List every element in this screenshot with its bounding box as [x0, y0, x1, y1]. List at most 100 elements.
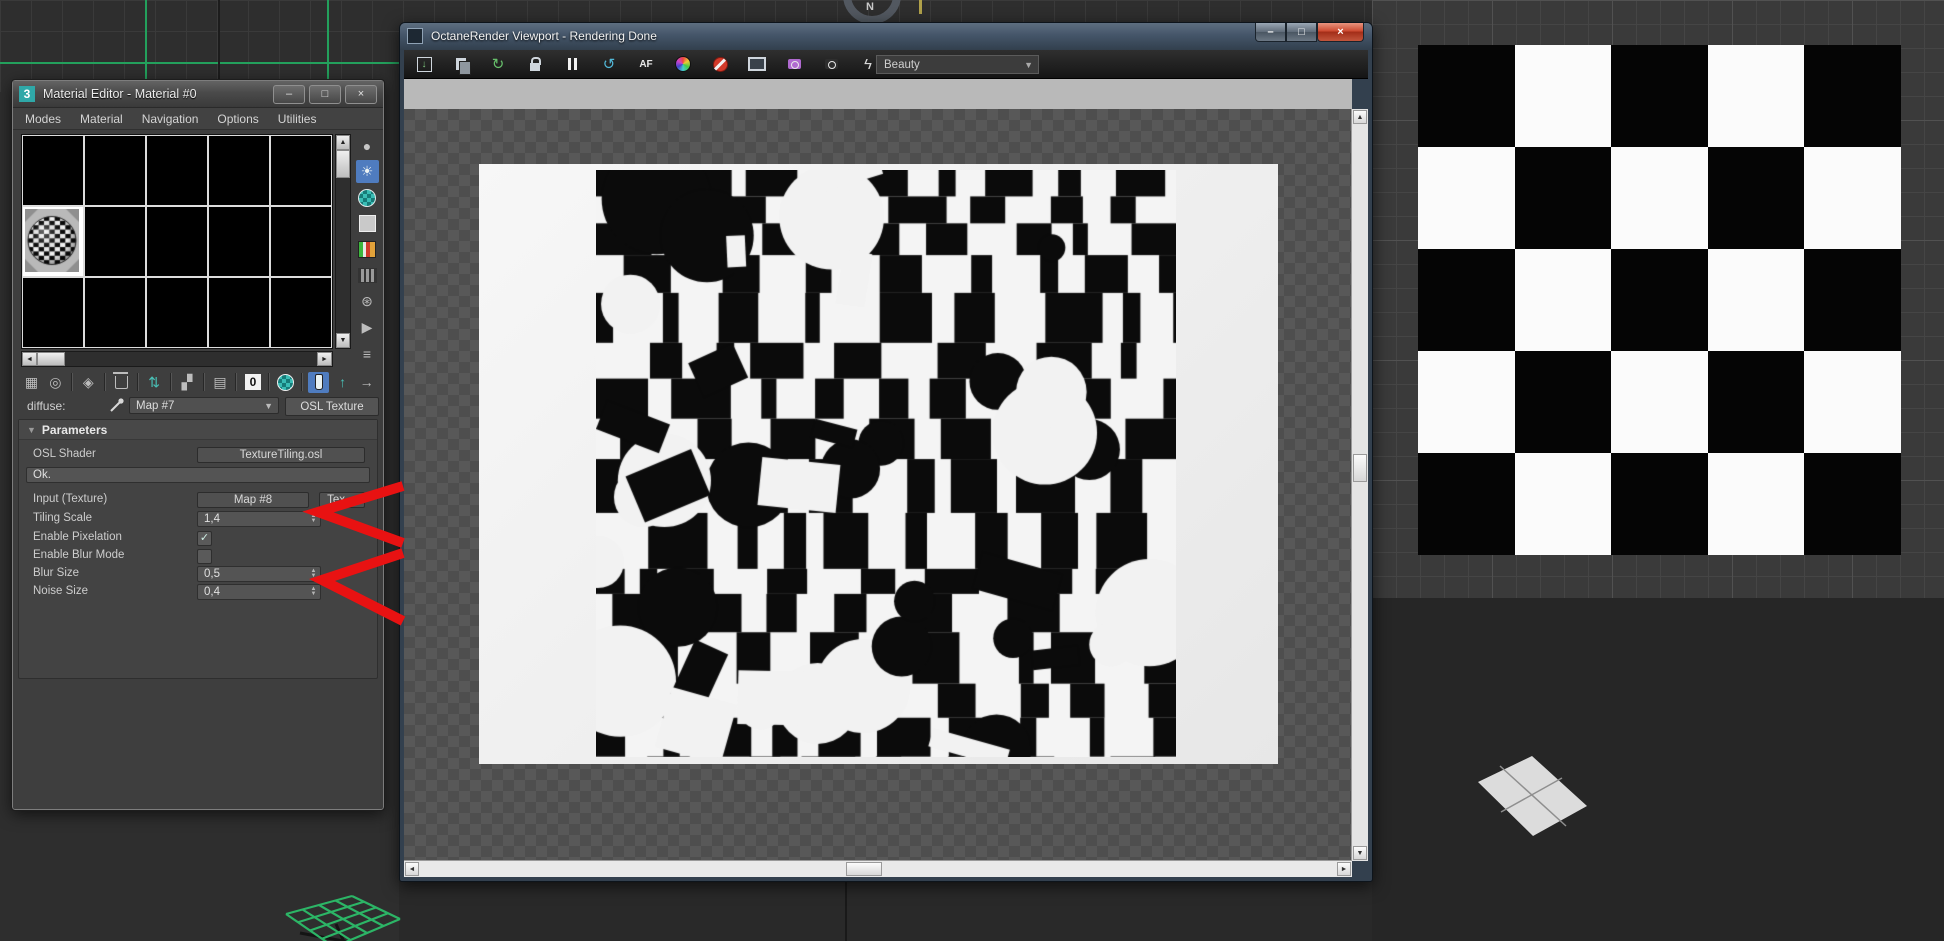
get-material-icon[interactable]: ▦ [21, 372, 42, 393]
make-preview-icon[interactable] [356, 264, 379, 287]
sample-slot[interactable] [147, 278, 207, 347]
scroll-right-button[interactable]: ► [317, 352, 332, 366]
sample-slot[interactable] [23, 278, 83, 347]
enable-blur-mode-checkbox[interactable] [197, 549, 212, 564]
make-unique-icon[interactable]: ▞ [177, 372, 198, 393]
select-by-material-icon[interactable]: ▶ [356, 316, 379, 339]
scroll-thumb[interactable] [37, 352, 65, 366]
toolbar-separator [202, 373, 205, 391]
minimize-button[interactable]: – [273, 85, 305, 104]
render-passes-icon[interactable] [785, 55, 803, 73]
slots-vertical-scrollbar[interactable]: ▲ ▼ [335, 134, 351, 349]
sample-slot[interactable] [271, 207, 331, 276]
parameters-rollout: ▼ Parameters OSL Shader TextureTiling.os… [18, 419, 378, 679]
pause-render-icon[interactable] [563, 55, 581, 73]
menu-material[interactable]: Material [80, 112, 123, 126]
go-forward-to-sibling-icon[interactable]: → [356, 372, 377, 393]
show-map-in-viewport-icon[interactable] [275, 372, 296, 393]
close-button[interactable]: × [345, 85, 377, 104]
noise-size-spinner[interactable]: 0,4 ▲ ▼ [197, 584, 321, 600]
camera-icon[interactable] [822, 55, 840, 73]
eyedropper-icon[interactable] [109, 397, 125, 413]
octane-render-window: OctaneRender Viewport - Rendering Done –… [399, 22, 1373, 882]
render-viewport-area[interactable] [404, 109, 1352, 861]
white-balance-picker-icon[interactable] [674, 55, 692, 73]
chevron-down-icon: ▼ [264, 400, 273, 411]
turbo-render-icon[interactable]: ϟ [859, 55, 877, 73]
scroll-right-button[interactable]: ► [1337, 862, 1351, 876]
scroll-down-button[interactable]: ▼ [336, 333, 350, 348]
render-vertical-scrollbar[interactable]: ▲ ▼ [1351, 109, 1368, 861]
sample-slot-selected[interactable] [23, 207, 83, 276]
input-texture-map-button[interactable]: Map #8 [197, 492, 309, 508]
material-editor-titlebar[interactable]: 3 Material Editor - Material #0 – □ × [13, 81, 383, 108]
parameters-rollout-header[interactable]: ▼ Parameters [19, 420, 377, 440]
menu-modes[interactable]: Modes [25, 112, 61, 126]
scroll-thumb[interactable] [1353, 454, 1367, 482]
go-to-parent-icon[interactable]: ↑ [332, 372, 353, 393]
viewport-sync-icon[interactable] [748, 55, 766, 73]
scroll-up-button[interactable]: ▲ [1353, 110, 1367, 124]
make-material-copy-icon[interactable]: ⇅ [144, 372, 165, 393]
slots-horizontal-scrollbar[interactable]: ◄ ► [21, 351, 333, 367]
minimize-button[interactable]: – [1255, 23, 1286, 42]
assign-to-selection-icon[interactable]: ◈ [78, 372, 99, 393]
scroll-up-button[interactable]: ▲ [336, 135, 350, 150]
material-id-channel-icon[interactable]: 0 [242, 372, 263, 393]
scroll-thumb[interactable] [846, 862, 882, 876]
sample-uv-tiling-icon[interactable] [356, 212, 379, 235]
maximize-button[interactable]: □ [1286, 23, 1317, 42]
options-icon[interactable]: ⊛ [356, 290, 379, 313]
blur-size-spinner[interactable]: 0,5 ▲ ▼ [197, 566, 321, 582]
sample-slot[interactable] [209, 278, 269, 347]
save-image-icon[interactable]: ↓ [415, 55, 433, 73]
sample-slot[interactable] [271, 136, 331, 205]
restart-render-icon[interactable]: ↻ [489, 55, 507, 73]
material-sample-slots[interactable] [21, 134, 333, 349]
material-map-navigator-icon[interactable]: ≡ [356, 342, 379, 365]
octane-titlebar[interactable]: OctaneRender Viewport - Rendering Done [400, 23, 1372, 49]
scroll-left-button[interactable]: ◄ [22, 352, 37, 366]
sample-slot[interactable] [147, 136, 207, 205]
scroll-down-button[interactable]: ▼ [1353, 846, 1367, 860]
osl-texture-button[interactable]: OSL Texture [285, 397, 379, 416]
scroll-left-button[interactable]: ◄ [405, 862, 419, 876]
show-end-result-icon[interactable] [308, 371, 330, 393]
sample-slot[interactable] [209, 136, 269, 205]
backlight-icon[interactable]: ☀ [355, 160, 379, 183]
lock-icon[interactable] [526, 55, 544, 73]
reset-map-icon[interactable] [111, 371, 132, 393]
sample-slot[interactable] [147, 207, 207, 276]
tiling-scale-spinner[interactable]: 1,4 ▲ ▼ [197, 511, 321, 527]
spinner-arrows-icon[interactable]: ▲ ▼ [309, 586, 318, 598]
menu-navigation[interactable]: Navigation [142, 112, 199, 126]
menu-options[interactable]: Options [217, 112, 258, 126]
put-to-scene-icon[interactable]: ◎ [45, 372, 66, 393]
close-button[interactable]: × [1317, 23, 1364, 42]
input-texture-type-dropdown[interactable]: Tex ▼ [319, 492, 365, 508]
maximize-button[interactable]: □ [309, 85, 341, 104]
render-pass-dropdown[interactable]: Beauty ▼ [876, 55, 1039, 74]
sample-slot[interactable] [85, 136, 145, 205]
copy-image-icon[interactable] [452, 55, 471, 75]
put-to-library-icon[interactable]: ▤ [210, 372, 231, 393]
osl-shader-file-button[interactable]: TextureTiling.osl [197, 447, 365, 463]
enable-pixelation-checkbox[interactable]: ✓ [197, 531, 212, 546]
scroll-thumb[interactable] [336, 150, 350, 178]
video-color-check-icon[interactable] [356, 238, 379, 261]
sample-slot[interactable] [209, 207, 269, 276]
sample-slot[interactable] [85, 278, 145, 347]
refresh-render-icon[interactable]: ↺ [600, 55, 618, 73]
sample-slot[interactable] [23, 136, 83, 205]
spinner-arrows-icon[interactable]: ▲ ▼ [309, 513, 318, 525]
sample-slot[interactable] [85, 207, 145, 276]
sample-type-icon[interactable]: ● [356, 134, 379, 157]
map-selector-dropdown[interactable]: Map #7 ▼ [129, 397, 279, 414]
autofocus-picker-icon[interactable]: AF [637, 55, 655, 73]
spinner-arrows-icon[interactable]: ▲ ▼ [309, 568, 318, 580]
menu-utilities[interactable]: Utilities [278, 112, 317, 126]
render-horizontal-scrollbar[interactable]: ◄ ► [404, 860, 1352, 877]
background-icon[interactable] [356, 186, 379, 209]
sample-slot[interactable] [271, 278, 331, 347]
render-region-icon[interactable] [711, 55, 729, 73]
